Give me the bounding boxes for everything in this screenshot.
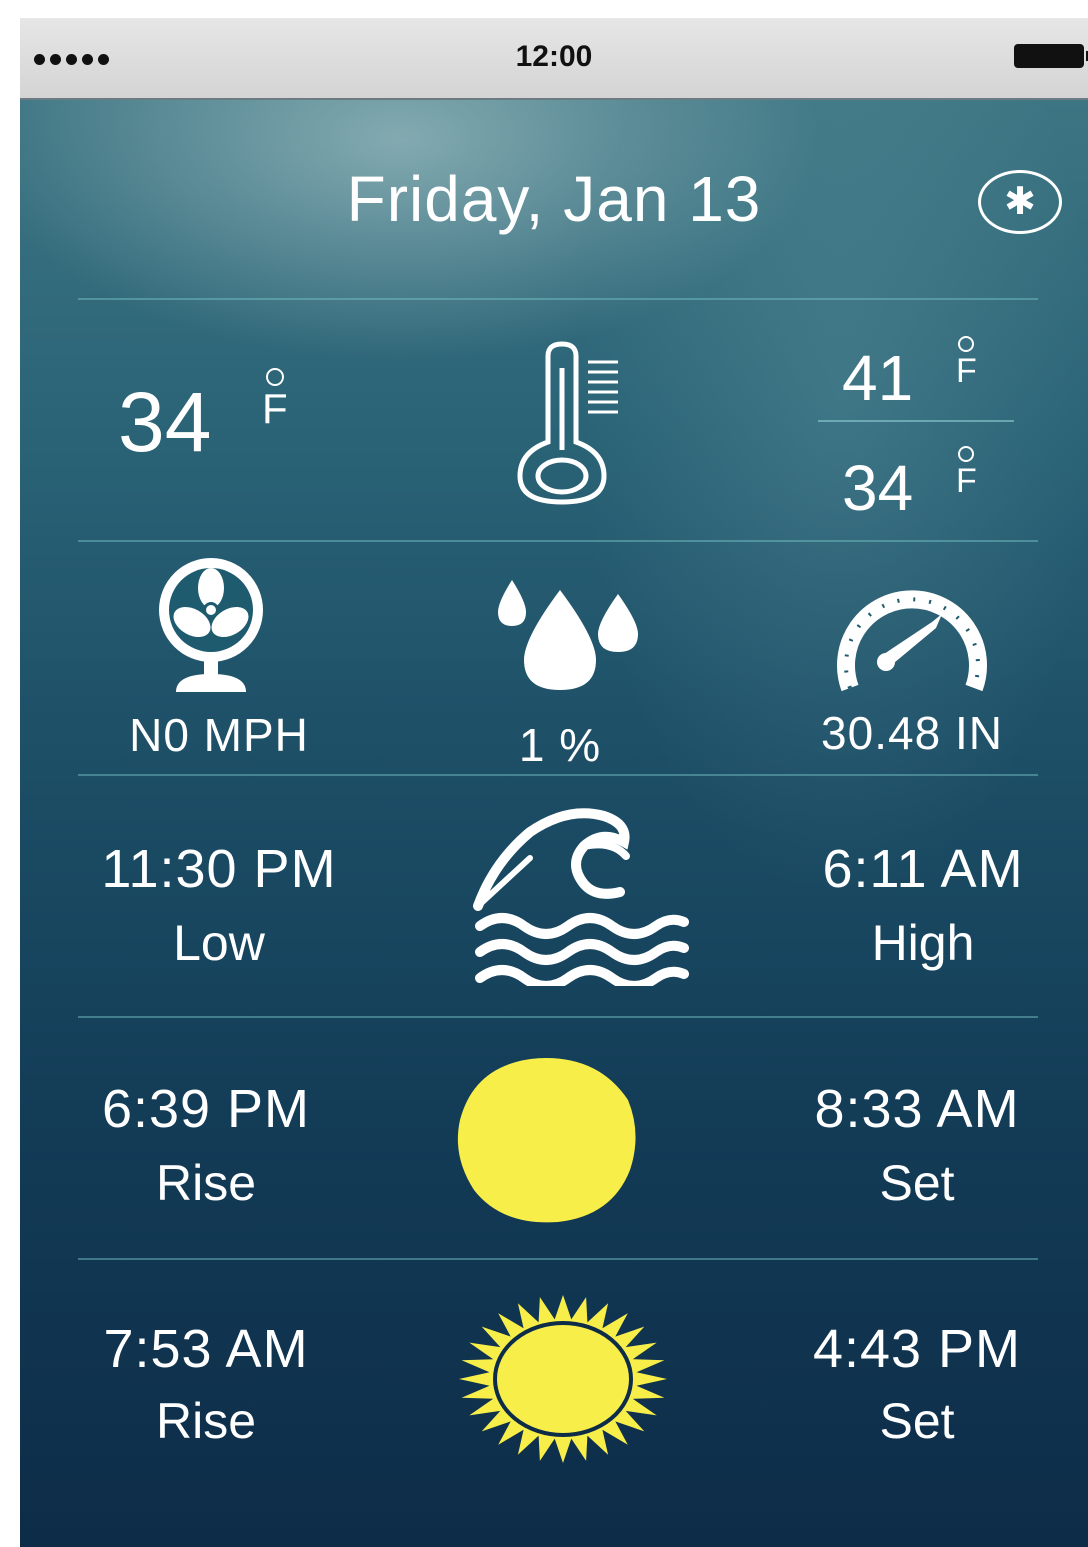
pressure: 30.48 IN (821, 707, 1003, 759)
divider (78, 540, 1038, 542)
moon-set-time: 8:33 AM (814, 1079, 1020, 1139)
gauge-icon (837, 590, 987, 692)
high-tide-label: High (871, 915, 975, 971)
sun-set-label: Set (879, 1393, 955, 1449)
sun-rise-time: 7:53 AM (103, 1319, 309, 1379)
hi-lo-divider (818, 420, 1014, 422)
sun-icon (459, 1295, 667, 1463)
date-title: Friday, Jan 13 (346, 163, 762, 235)
low-temp: 34 (842, 456, 913, 520)
current-temp-unit: F (262, 368, 288, 430)
battery-icon (1014, 44, 1088, 68)
weather-screen: Friday, Jan 13 ✱ 34 F 41 F 34 F N0 MPH 1… (20, 100, 1088, 1547)
close-circle-icon: ✱ (1004, 181, 1036, 223)
low-tide-label: Low (173, 915, 265, 971)
sun-rise-label: Rise (155, 1393, 257, 1449)
moon-set-label: Set (879, 1155, 955, 1211)
close-button[interactable]: ✱ (978, 170, 1062, 234)
divider (78, 1016, 1038, 1018)
moon-rise-time: 6:39 PM (101, 1079, 311, 1139)
current-temp-value: 34 (118, 375, 212, 469)
status-time: 12:00 (515, 40, 593, 73)
thermometer-icon (517, 341, 618, 505)
divider (78, 774, 1038, 776)
fan-icon (159, 558, 263, 692)
high-temp-unit: F (956, 336, 977, 388)
humidity: 1 % (518, 719, 602, 771)
high-temp: 41 (842, 346, 913, 410)
moon-rise-label: Rise (155, 1155, 257, 1211)
low-temp-unit: F (956, 446, 977, 498)
wind-speed: N0 MPH (129, 709, 309, 761)
divider (78, 298, 1038, 300)
status-bar: 12:00 (20, 18, 1088, 100)
low-temp-value: 34 (842, 452, 914, 524)
high-tide-time: 6:11 AM (822, 839, 1024, 899)
water-drops-icon (498, 580, 638, 690)
sun-set-time: 4:43 PM (812, 1319, 1022, 1379)
current-temp: 34 (118, 380, 211, 464)
divider (78, 1258, 1038, 1260)
low-tide-time: 11:30 PM (101, 839, 337, 899)
high-temp-value: 41 (842, 342, 914, 414)
wave-icon (473, 808, 689, 986)
moon-icon (457, 1058, 636, 1223)
